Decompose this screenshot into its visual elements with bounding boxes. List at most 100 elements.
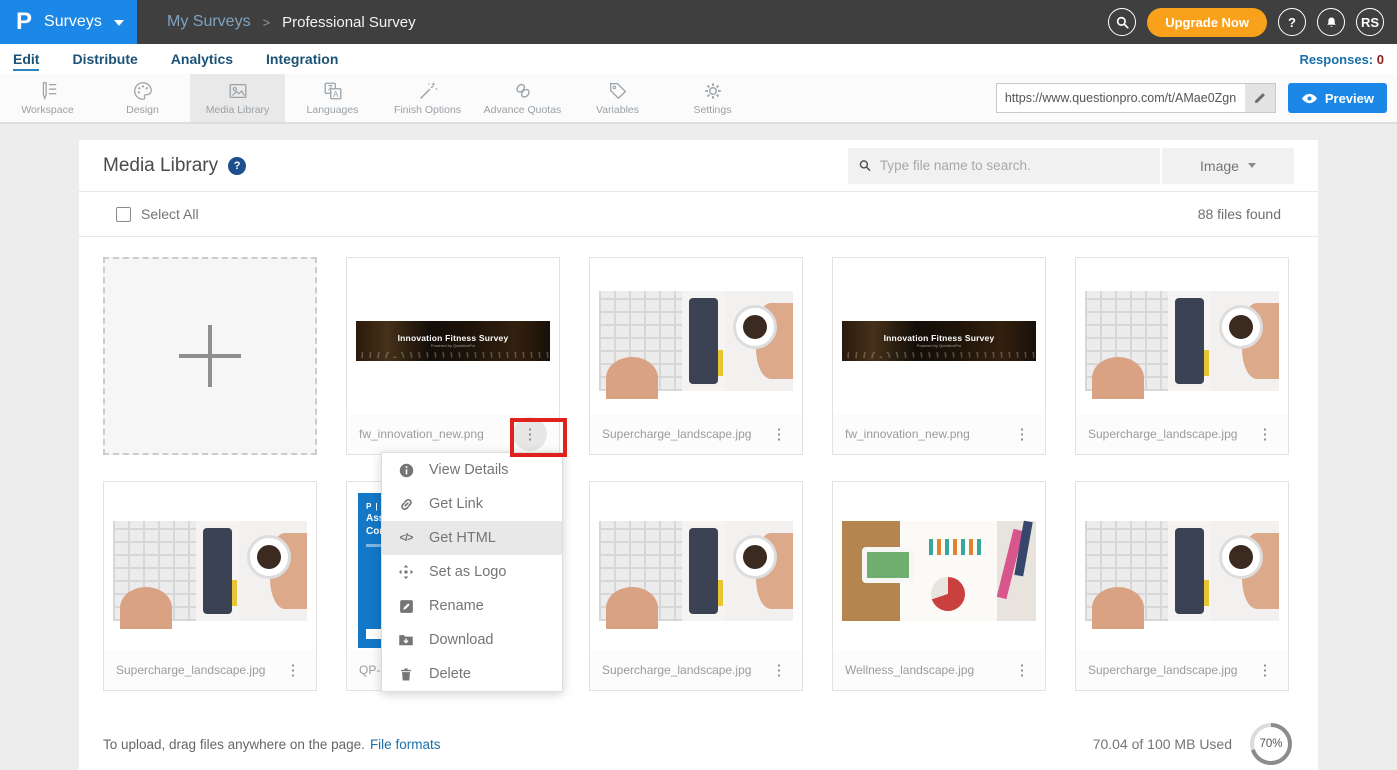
toolbar-item-advance-quotas[interactable]: Advance Quotas [475,74,570,122]
media-thumbnail [599,491,793,650]
menu-item-get-html[interactable]: </> Get HTML [382,521,562,555]
plus-icon [179,325,241,387]
file-type-dropdown[interactable]: Image [1162,148,1294,184]
media-thumbnail: Innovation Fitness SurveyPowered by Ques… [356,267,550,414]
nav-tab-edit[interactable]: Edit [13,47,39,71]
media-card[interactable]: Innovation Fitness SurveyPowered by Ques… [346,257,560,455]
card-menu-button[interactable]: ⋮ [282,659,304,681]
notifications-button[interactable] [1317,8,1345,36]
media-name-bar: fw_innovation_new.png ⋮ [833,414,1045,454]
media-thumbnail [1085,491,1279,650]
edit-toolbar: Workspace Design Media LibraryA Language… [0,74,1397,124]
toolbar-right: Preview [996,74,1397,122]
breadcrumb-current-survey: Professional Survey [282,14,415,31]
top-bar: P Surveys My Surveys > Professional Surv… [0,0,1397,44]
menu-item-rename[interactable]: Rename [382,589,562,623]
card-context-menu: View Details Get Link</> Get HTML Set as… [381,452,563,692]
toolbar-item-workspace[interactable]: Workspace [0,74,95,122]
nav-tab-integration[interactable]: Integration [266,47,338,71]
media-thumbnail [113,491,307,650]
info-icon [396,462,416,479]
variables-icon [607,80,629,102]
storage-usage-ring: 70% [1248,721,1294,767]
menu-item-download[interactable]: Download [382,623,562,657]
toolbar-items: Workspace Design Media LibraryA Language… [0,74,760,122]
card-menu-button[interactable]: ⋮ [768,659,790,681]
finish-options-icon [417,80,439,102]
survey-url-input[interactable] [997,84,1245,112]
trash-icon [396,666,416,683]
rename-icon [396,598,416,615]
menu-item-get-link[interactable]: Get Link [382,487,562,521]
breadcrumb-separator: > [263,15,271,30]
media-filename: Supercharge_landscape.jpg [602,663,751,677]
menu-item-set-as-logo[interactable]: Set as Logo [382,555,562,589]
menu-item-delete[interactable]: Delete [382,657,562,691]
media-card[interactable]: Supercharge_landscape.jpg ⋮ [589,257,803,455]
nav-tab-analytics[interactable]: Analytics [171,47,233,71]
media-card[interactable]: Supercharge_landscape.jpg ⋮ [103,481,317,691]
help-button[interactable]: ? [1278,8,1306,36]
edit-url-button[interactable] [1245,84,1275,112]
card-menu-button[interactable]: ⋮ [1011,423,1033,445]
media-thumbnail [599,267,793,414]
storage-usage-text: 70.04 of 100 MB Used [1093,736,1232,752]
select-all-checkbox[interactable] [116,207,131,222]
media-card[interactable]: Supercharge_landscape.jpg ⋮ [1075,481,1289,691]
card-menu-button[interactable]: ⋮ [1254,423,1276,445]
advance-quotas-icon [512,80,534,102]
media-name-bar: Supercharge_landscape.jpg ⋮ [590,414,802,454]
media-thumbnail [842,491,1036,650]
media-name-bar: Supercharge_landscape.jpg ⋮ [1076,414,1288,454]
toolbar-item-finish-options[interactable]: Finish Options [380,74,475,122]
toolbar-item-languages[interactable]: A Languages [285,74,380,122]
breadcrumb-my-surveys[interactable]: My Surveys [167,13,251,31]
upload-media-tile[interactable] [103,257,317,455]
nav-tabs: Edit Distribute Analytics Integration [13,47,338,71]
preview-button[interactable]: Preview [1288,83,1387,113]
media-card[interactable]: Wellness_landscape.jpg ⋮ [832,481,1046,691]
card-menu-button[interactable]: ⋮ [1254,659,1276,681]
storage-percent-label: 70% [1248,721,1294,767]
toolbar-item-design[interactable]: Design [95,74,190,122]
toolbar-item-variables[interactable]: Variables [570,74,665,122]
file-formats-link[interactable]: File formats [370,737,441,752]
search-icon [858,158,872,173]
toolbar-item-settings[interactable]: Settings [665,74,760,122]
search-icon [1115,15,1130,30]
select-all-row: Select All 88 files found [79,192,1318,237]
media-filename: Supercharge_landscape.jpg [116,663,265,677]
global-search-button[interactable] [1108,8,1136,36]
responses-counter: Responses: 0 [1299,52,1384,67]
media-name-bar: Supercharge_landscape.jpg ⋮ [590,650,802,690]
preview-label: Preview [1325,91,1374,106]
media-library-header: Media Library ? Image [79,140,1318,192]
move-icon [396,563,416,581]
card-menu-button[interactable]: ⋮ [513,417,547,451]
media-thumbnail: Innovation Fitness SurveyPowered by Ques… [842,267,1036,414]
media-name-bar: Supercharge_landscape.jpg ⋮ [104,650,316,690]
media-filename: fw_innovation_new.png [845,427,970,441]
files-found-count: 88 files found [1198,206,1281,222]
media-filename: fw_innovation_new.png [359,427,484,441]
media-card[interactable]: Supercharge_landscape.jpg ⋮ [589,481,803,691]
responses-label: Responses: [1299,52,1373,67]
toolbar-item-media-library[interactable]: Media Library [190,74,285,122]
nav-tab-distribute[interactable]: Distribute [72,47,137,71]
media-filename: Supercharge_landscape.jpg [602,427,751,441]
media-library-icon [227,80,249,102]
user-avatar[interactable]: RS [1356,8,1384,36]
product-switcher[interactable]: P Surveys [0,0,137,44]
media-library-help-icon[interactable]: ? [228,157,246,175]
card-menu-button[interactable]: ⋮ [1011,659,1033,681]
design-icon [132,80,154,102]
card-menu-button[interactable]: ⋮ [768,423,790,445]
product-name: Surveys [44,13,102,31]
media-card[interactable]: Supercharge_landscape.jpg ⋮ [1075,257,1289,455]
upload-hint: To upload, drag files anywhere on the pa… [103,737,365,752]
media-card[interactable]: Innovation Fitness SurveyPowered by Ques… [832,257,1046,455]
upgrade-now-button[interactable]: Upgrade Now [1147,8,1267,37]
file-search-input[interactable] [880,158,1150,173]
menu-item-view-details[interactable]: View Details [382,453,562,487]
languages-icon: A [322,80,344,102]
